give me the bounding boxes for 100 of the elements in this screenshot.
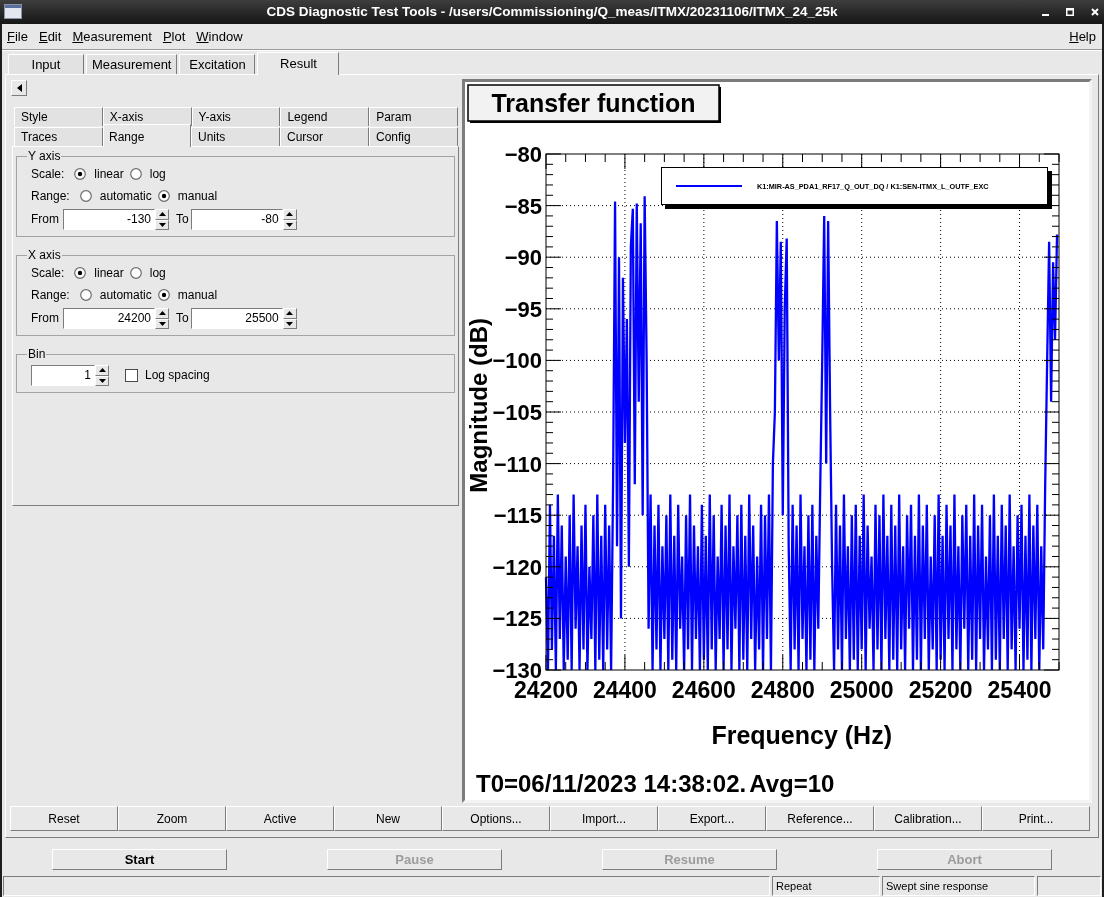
tab[interactable]: Param xyxy=(369,107,458,126)
radio-button[interactable] xyxy=(157,289,170,301)
chart-title: Transfer function xyxy=(491,89,696,117)
caret-left-icon xyxy=(16,84,22,92)
radio-option[interactable]: automatic xyxy=(79,286,152,304)
radio-option[interactable]: manual xyxy=(157,187,218,205)
toolbar-button[interactable]: Reset xyxy=(10,806,118,831)
menu-item[interactable]: Window xyxy=(196,26,243,47)
number-field[interactable]: 25500 xyxy=(190,307,283,329)
radio-button[interactable] xyxy=(129,168,142,180)
number-field[interactable]: 24200 xyxy=(63,307,155,329)
field-label: Scale: xyxy=(31,265,65,282)
radio-button[interactable] xyxy=(74,168,87,180)
close-icon[interactable] xyxy=(1091,8,1099,16)
status-panel: Swept sine response xyxy=(882,876,1035,896)
x-tick-label: 25400 xyxy=(987,677,1052,703)
radio-option[interactable]: log xyxy=(129,165,166,183)
spin-up-button[interactable] xyxy=(282,208,297,220)
menu-item[interactable]: Help xyxy=(1069,26,1096,47)
maximize-icon[interactable] xyxy=(1066,8,1074,16)
toolbar-button[interactable]: Calibration... xyxy=(874,806,982,831)
menu-item[interactable]: Plot xyxy=(162,26,186,47)
field-label: Scale: xyxy=(31,166,65,183)
field-label: From xyxy=(31,310,59,327)
action-button[interactable]: Start xyxy=(52,849,227,870)
y-tick-label: −105 xyxy=(492,400,542,425)
spin-down-button[interactable] xyxy=(282,219,297,230)
radio-option[interactable]: linear xyxy=(74,264,124,282)
tab[interactable]: Y-axis xyxy=(191,107,281,126)
y-tick-label: −110 xyxy=(493,451,542,477)
spin-up-button[interactable] xyxy=(95,364,109,376)
status-panel xyxy=(1037,876,1101,896)
caret-down-icon xyxy=(158,321,166,326)
scroll-left-button[interactable] xyxy=(11,80,27,96)
toolbar-button[interactable]: Import... xyxy=(550,806,658,831)
tab[interactable]: Result xyxy=(257,52,340,75)
spin-down-button[interactable] xyxy=(155,318,169,329)
plot-title: Transfer function xyxy=(467,84,721,123)
toolbar-button[interactable]: Export... xyxy=(658,806,766,831)
radio-button[interactable] xyxy=(79,190,92,202)
tab[interactable]: Cursor xyxy=(280,127,369,146)
radio-option[interactable]: linear xyxy=(74,165,124,183)
menu-item[interactable]: File xyxy=(7,26,28,47)
tab[interactable]: Input xyxy=(8,54,84,74)
x-tick-label: 25200 xyxy=(908,677,973,703)
tab[interactable]: Range xyxy=(103,124,191,147)
checkbox[interactable] xyxy=(125,368,138,382)
toolbar-button[interactable]: Active xyxy=(226,806,334,831)
status-panel: Repeat xyxy=(772,876,880,896)
toolbar-button[interactable]: Print... xyxy=(982,806,1090,831)
tab[interactable]: Measurement xyxy=(86,54,178,74)
timestamp-label: T0=06/11/2023 14:38:02. xyxy=(476,772,747,796)
tab[interactable]: Excitation xyxy=(179,54,256,74)
field-label: To xyxy=(176,211,189,228)
caret-down-icon xyxy=(286,321,294,326)
y-tick-label: −85 xyxy=(504,193,542,219)
number-field[interactable]: -130 xyxy=(63,208,155,230)
radio-option[interactable]: log xyxy=(129,264,166,282)
radio-button[interactable] xyxy=(79,289,92,301)
toolbar-button[interactable]: New xyxy=(334,806,442,831)
radio-button[interactable] xyxy=(74,267,87,279)
radio-option[interactable]: automatic xyxy=(79,187,152,205)
average-label: Avg=10 xyxy=(749,772,835,796)
radio-button[interactable] xyxy=(129,267,142,279)
group-title: X axis xyxy=(27,249,62,262)
spin-down-button[interactable] xyxy=(95,375,109,386)
field-label: To xyxy=(176,310,189,327)
y-axis-title: Magnitude (dB) xyxy=(465,318,492,493)
y-tick-label: −100 xyxy=(492,348,542,374)
spin-up-button[interactable] xyxy=(155,307,169,319)
spin-up-button[interactable] xyxy=(155,208,169,220)
x-tick-label: 24600 xyxy=(671,677,736,703)
spin-up-button[interactable] xyxy=(282,307,297,319)
toolbar-button[interactable]: Reference... xyxy=(766,806,874,831)
caret-up-icon xyxy=(286,311,294,315)
x-axis-title: Frequency (Hz) xyxy=(711,721,892,749)
x-tick-label: 25000 xyxy=(829,677,894,703)
checkbox-option[interactable]: Log spacing xyxy=(125,366,210,384)
radio-option[interactable]: manual xyxy=(157,286,218,304)
window-icon[interactable] xyxy=(4,4,22,19)
x-tick-label: 24400 xyxy=(592,677,657,703)
tab[interactable]: Units xyxy=(191,127,280,146)
tab[interactable]: Traces xyxy=(14,127,103,146)
spin-down-button[interactable] xyxy=(282,318,297,329)
number-field[interactable]: -80 xyxy=(190,208,283,230)
window-title: CDS Diagnostic Test Tools - /users/Commissioning/Q_meas/ITMX/20231106/ITMX_24_25k xyxy=(266,4,838,20)
y-tick-label: −115 xyxy=(493,503,542,529)
tab[interactable]: Style xyxy=(14,107,103,126)
number-field[interactable]: 1 xyxy=(31,364,95,386)
toolbar-button[interactable]: Zoom xyxy=(118,806,226,831)
caret-up-icon xyxy=(158,212,166,216)
menu-item[interactable]: Measurement xyxy=(72,26,152,47)
spin-down-button[interactable] xyxy=(155,219,169,230)
tab[interactable]: Legend xyxy=(280,107,370,126)
radio-button[interactable] xyxy=(157,190,170,202)
tab[interactable]: Config xyxy=(369,127,458,146)
toolbar-button[interactable]: Options... xyxy=(442,806,550,831)
y-tick-label: −95 xyxy=(504,296,542,322)
menu-item[interactable]: Edit xyxy=(38,26,62,47)
x-tick-label: 24200 xyxy=(514,677,578,703)
